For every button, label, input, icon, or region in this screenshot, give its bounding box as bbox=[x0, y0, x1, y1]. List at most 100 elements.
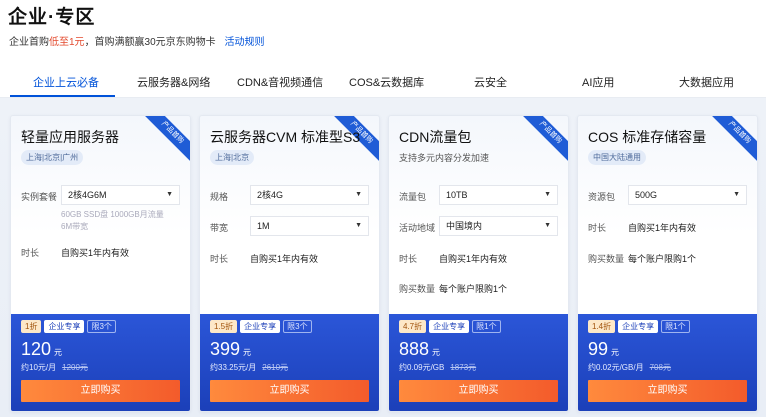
resource-package-value: 500G bbox=[635, 190, 658, 200]
page-header: 企业·专区 bbox=[8, 2, 95, 29]
unit-price: 约33.25元/月 bbox=[210, 363, 257, 372]
package-label: 实例套餐 bbox=[21, 192, 58, 202]
chevron-down-icon: ▼ bbox=[355, 222, 362, 229]
chevron-down-icon: ▼ bbox=[166, 191, 173, 198]
chevron-down-icon: ▼ bbox=[544, 191, 551, 198]
limit-badge: 限3个 bbox=[87, 320, 116, 333]
buy-now-button[interactable]: 立即购买 bbox=[21, 380, 180, 402]
package-select[interactable]: 2核4G6M ▼ bbox=[61, 185, 180, 205]
chevron-down-icon: ▼ bbox=[355, 191, 362, 198]
price: 120 元 bbox=[21, 339, 62, 360]
unit-price: 约0.09元/GB bbox=[399, 363, 445, 372]
card-description: 支持多元内容分发加速 bbox=[399, 153, 490, 163]
resource-package-label: 资源包 bbox=[588, 192, 616, 202]
enterprise-badge: 企业专享 bbox=[44, 320, 85, 333]
price-unit: 元 bbox=[432, 348, 441, 357]
tab-cdn-av[interactable]: CDN&音视频通信 bbox=[237, 74, 323, 90]
enterprise-badge: 企业专享 bbox=[240, 320, 281, 333]
card-title: COS 标准存储容量 bbox=[588, 129, 707, 145]
price-unit: 元 bbox=[611, 348, 620, 357]
region-select[interactable]: 中国境内 ▼ bbox=[439, 216, 558, 236]
duration-label: 时长 bbox=[588, 223, 607, 233]
discount-badge: 1.4折 bbox=[588, 320, 616, 333]
product-card-cdn: 产品首购 CDN流量包 支持多元内容分发加速 流量包 10TB ▼ 活动地域 中国… bbox=[388, 115, 569, 412]
region-label: 活动地域 bbox=[399, 223, 436, 233]
discount-badge: 4.7折 bbox=[399, 320, 427, 333]
badges: 1折 企业专享 限3个 bbox=[21, 320, 119, 333]
card-footer: 1折 企业专享 限3个 120 元 约10元/月 1200元 立即购买 bbox=[11, 314, 190, 411]
region-value: 中国境内 bbox=[446, 221, 483, 231]
enterprise-badge: 企业专享 bbox=[429, 320, 470, 333]
price-number: 888 bbox=[399, 339, 430, 359]
limit-badge: 限1个 bbox=[661, 320, 690, 333]
card-footer: 1.4折 企业专享 限1个 99 元 约0.02元/GB/月 708元 立即购买 bbox=[578, 314, 757, 411]
tab-cloud-security[interactable]: 云安全 bbox=[474, 74, 507, 90]
card-title: CDN流量包 bbox=[399, 129, 472, 145]
original-price: 708元 bbox=[649, 363, 671, 372]
price-detail: 约0.02元/GB/月 708元 bbox=[588, 362, 671, 373]
limit-badge: 限3个 bbox=[283, 320, 312, 333]
duration-value: 自购买1年内有效 bbox=[628, 223, 697, 233]
badges: 4.7折 企业专享 限1个 bbox=[399, 320, 504, 333]
buy-now-button[interactable]: 立即购买 bbox=[588, 380, 747, 402]
card-title: 轻量应用服务器 bbox=[21, 129, 119, 145]
tab-enterprise-essentials[interactable]: 企业上云必备 bbox=[33, 74, 99, 90]
resource-package-select[interactable]: 500G ▼ bbox=[628, 185, 747, 205]
spec-label: 规格 bbox=[210, 192, 229, 202]
price: 888 元 bbox=[399, 339, 440, 360]
promo-highlight: 低至1元 bbox=[49, 37, 85, 48]
promo-suffix: ，首购满额赢30元京东购物卡 bbox=[84, 37, 216, 48]
spec-select[interactable]: 2核4G ▼ bbox=[250, 185, 369, 205]
first-purchase-ribbon: 产品首购 bbox=[516, 116, 568, 167]
activity-rules-link[interactable]: 活动规则 bbox=[224, 37, 264, 48]
badges: 1.4折 企业专享 限1个 bbox=[588, 320, 693, 333]
chevron-down-icon: ▼ bbox=[733, 191, 740, 198]
card-footer: 1.5折 企业专享 限3个 399 元 约33.25元/月 2610元 立即购买 bbox=[200, 314, 379, 411]
active-tab-indicator bbox=[10, 95, 115, 97]
tab-ai-apps[interactable]: AI应用 bbox=[582, 74, 614, 90]
unit-price: 约10元/月 bbox=[21, 363, 57, 372]
product-card-lighthouse: 产品首购 轻量应用服务器 上海|北京|广州 实例套餐 2核4G6M ▼ 60GB … bbox=[10, 115, 191, 412]
discount-badge: 1折 bbox=[21, 320, 42, 333]
original-price: 2610元 bbox=[262, 363, 289, 372]
discount-badge: 1.5折 bbox=[210, 320, 238, 333]
tab-cloud-server-network[interactable]: 云服务器&网络 bbox=[137, 74, 210, 90]
price-unit: 元 bbox=[54, 348, 63, 357]
product-card-cos: 产品首购 COS 标准存储容量 中国大陆通用 资源包 500G ▼ 时长 自购买1… bbox=[577, 115, 758, 412]
price: 99 元 bbox=[588, 339, 619, 360]
duration-label: 时长 bbox=[21, 248, 40, 258]
first-purchase-ribbon: 产品首购 bbox=[705, 116, 757, 167]
quantity-value: 每个账户限购1个 bbox=[628, 254, 697, 264]
promo-prefix: 企业首购 bbox=[9, 37, 49, 48]
region-tag: 中国大陆通用 bbox=[588, 150, 646, 165]
buy-now-button[interactable]: 立即购买 bbox=[210, 380, 369, 402]
package-note: 60GB SSD盘 1000GB月流量 6M带宽 bbox=[61, 210, 164, 231]
spec-value: 2核4G bbox=[257, 190, 284, 200]
unit-price: 约0.02元/GB/月 bbox=[588, 363, 644, 372]
quantity-label: 购买数量 bbox=[399, 284, 436, 294]
traffic-package-select[interactable]: 10TB ▼ bbox=[439, 185, 558, 205]
quantity-label: 购买数量 bbox=[588, 254, 625, 264]
page-title: 企业·专区 bbox=[8, 7, 96, 28]
bandwidth-value: 1M bbox=[257, 221, 270, 231]
quantity-value: 每个账户限购1个 bbox=[439, 284, 508, 294]
original-price: 1873元 bbox=[450, 363, 477, 372]
duration-value: 自购买1年内有效 bbox=[250, 254, 319, 264]
package-value: 2核4G6M bbox=[68, 190, 107, 200]
price: 399 元 bbox=[210, 339, 251, 360]
bandwidth-select[interactable]: 1M ▼ bbox=[250, 216, 369, 236]
original-price: 1200元 bbox=[62, 363, 88, 372]
limit-badge: 限1个 bbox=[472, 320, 501, 333]
tab-big-data[interactable]: 大数据应用 bbox=[679, 74, 734, 90]
duration-value: 自购买1年内有效 bbox=[61, 248, 130, 258]
region-tag: 上海|北京|广州 bbox=[21, 150, 84, 165]
region-tag: 上海|北京 bbox=[210, 150, 255, 165]
traffic-package-label: 流量包 bbox=[399, 192, 427, 202]
buy-now-button[interactable]: 立即购买 bbox=[399, 380, 558, 402]
duration-value: 自购买1年内有效 bbox=[439, 254, 508, 264]
card-footer: 4.7折 企业专享 限1个 888 元 约0.09元/GB 1873元 立即购买 bbox=[389, 314, 568, 411]
tab-cos-database[interactable]: COS&云数据库 bbox=[349, 74, 424, 90]
price-number: 99 bbox=[588, 339, 609, 359]
card-title: 云服务器CVM 标准型S3 bbox=[210, 129, 361, 145]
price-detail: 约33.25元/月 2610元 bbox=[210, 362, 288, 373]
